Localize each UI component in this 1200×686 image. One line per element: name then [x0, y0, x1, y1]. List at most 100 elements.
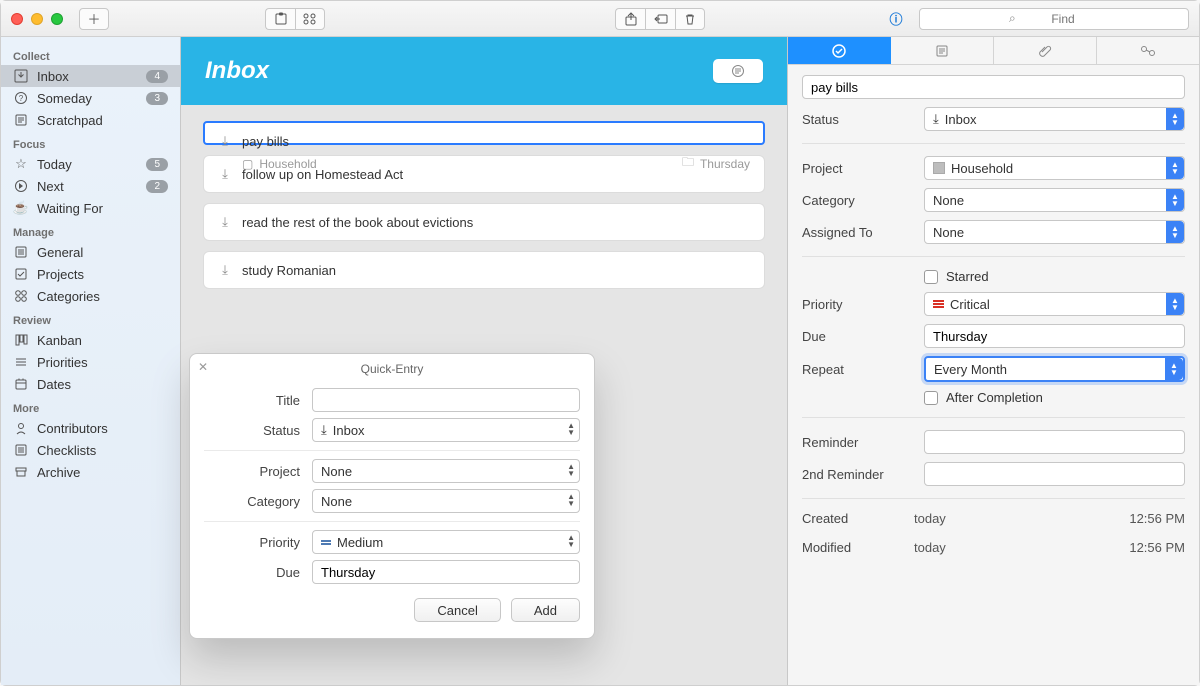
task-title: read the rest of the book about eviction… — [242, 215, 473, 230]
sidebar-item-projects[interactable]: Projects — [1, 263, 180, 285]
tab-attachments[interactable] — [994, 37, 1097, 64]
field-label: Category — [802, 193, 914, 208]
person-icon — [13, 420, 29, 436]
priority-select[interactable]: Critical▲▼ — [924, 292, 1185, 316]
qe-title-input[interactable] — [312, 388, 580, 412]
add-button[interactable]: Add — [511, 598, 580, 622]
status-select[interactable]: ⤓Inbox▲▼ — [924, 107, 1185, 131]
sidebar-item-general[interactable]: General — [1, 241, 180, 263]
tab-details[interactable] — [788, 37, 891, 64]
sidebar-item-label: Today — [37, 157, 138, 172]
task-due: Thursday — [700, 157, 750, 171]
sidebar-item-categories[interactable]: Categories — [1, 285, 180, 307]
starred-checkbox[interactable] — [924, 270, 938, 284]
qe-category-select[interactable]: None▲▼ — [312, 489, 580, 513]
priorities-icon — [13, 354, 29, 370]
select-value: Medium — [337, 535, 383, 550]
window-controls — [11, 13, 63, 25]
qe-priority-select[interactable]: Medium▲▼ — [312, 530, 580, 554]
star-icon: ☆ — [13, 156, 29, 172]
sidebar-item-dates[interactable]: Dates — [1, 373, 180, 395]
field-label: Reminder — [802, 435, 914, 450]
after-completion-checkbox[interactable] — [924, 391, 938, 405]
second-reminder-input[interactable] — [924, 462, 1185, 486]
sidebar-item-inbox[interactable]: Inbox4 — [1, 65, 180, 87]
field-label: Modified — [802, 540, 914, 555]
color-swatch-icon — [933, 162, 945, 174]
calendar-icon: 🗀 — [682, 153, 694, 174]
list-icon — [13, 244, 29, 260]
search-field-wrap: ⌕ — [919, 8, 1189, 30]
zoom-window-icon[interactable] — [51, 13, 63, 25]
sidebar: Collect Inbox4 ?Someday3 Scratchpad Focu… — [1, 37, 181, 685]
sidebar-item-contributors[interactable]: Contributors — [1, 417, 180, 439]
created-time: 12:56 PM — [1129, 511, 1185, 526]
sidebar-item-label: General — [37, 245, 168, 260]
tab-notes[interactable] — [891, 37, 994, 64]
task-project: Household — [259, 157, 316, 171]
qe-project-select[interactable]: None▲▼ — [312, 459, 580, 483]
sidebar-item-archive[interactable]: Archive — [1, 461, 180, 483]
inbox-icon: ⤓ — [218, 214, 232, 230]
category-select[interactable]: None▲▼ — [924, 188, 1185, 212]
tab-links[interactable] — [1097, 37, 1199, 64]
inspector-tabs — [788, 37, 1199, 65]
assigned-select[interactable]: None▲▼ — [924, 220, 1185, 244]
new-task-button[interactable]: ＋ — [79, 8, 109, 30]
sidebar-item-checklists[interactable]: Checklists — [1, 439, 180, 461]
move-icon[interactable] — [645, 8, 675, 30]
close-window-icon[interactable] — [11, 13, 23, 25]
field-label: After Completion — [946, 390, 1043, 405]
sidebar-item-today[interactable]: ☆Today5 — [1, 153, 180, 175]
categories-icon — [13, 288, 29, 304]
field-label: 2nd Reminder — [802, 467, 914, 482]
field-label: Starred — [946, 269, 989, 284]
cup-icon: ☕ — [13, 200, 29, 216]
page-title: Inbox — [205, 57, 269, 85]
stepper-icon: ▲▼ — [1165, 358, 1183, 380]
sidebar-item-priorities[interactable]: Priorities — [1, 351, 180, 373]
task-row[interactable]: ⤓study Romanian — [203, 251, 765, 289]
stepper-icon: ▲▼ — [1166, 157, 1184, 179]
cancel-button[interactable]: Cancel — [414, 598, 500, 622]
inbox-icon: ⤓ — [218, 133, 232, 149]
medium-icon — [321, 540, 331, 545]
field-label: Assigned To — [802, 225, 914, 240]
sidebar-heading-focus: Focus — [1, 131, 180, 153]
close-icon[interactable]: ✕ — [198, 360, 208, 374]
share-icon[interactable] — [615, 8, 645, 30]
qe-due-input[interactable] — [312, 560, 580, 584]
select-value: Inbox — [945, 112, 977, 127]
sidebar-heading-collect: Collect — [1, 43, 180, 65]
project-select[interactable]: Household▲▼ — [924, 156, 1185, 180]
trash-icon[interactable] — [675, 8, 705, 30]
sidebar-item-waiting[interactable]: ☕Waiting For — [1, 197, 180, 219]
grid-icon[interactable] — [295, 8, 325, 30]
sort-button[interactable] — [713, 59, 763, 83]
info-icon[interactable]: ⓘ — [881, 8, 911, 30]
note-icon — [13, 112, 29, 128]
sidebar-item-label: Projects — [37, 267, 168, 282]
search-input[interactable] — [919, 8, 1189, 30]
task-row[interactable]: ⤓ pay bills ▢Household 🗀Thursday — [203, 121, 765, 145]
task-title-input[interactable] — [802, 75, 1185, 99]
sidebar-item-scratchpad[interactable]: Scratchpad — [1, 109, 180, 131]
qe-status-select[interactable]: ⤓Inbox▲▼ — [312, 418, 580, 442]
sidebar-item-kanban[interactable]: Kanban — [1, 329, 180, 351]
sidebar-item-label: Kanban — [37, 333, 168, 348]
sidebar-item-label: Someday — [37, 91, 138, 106]
field-label: Status — [204, 423, 300, 438]
sidebar-item-someday[interactable]: ?Someday3 — [1, 87, 180, 109]
repeat-select[interactable]: Every Month▲▼ — [924, 356, 1185, 382]
minimize-window-icon[interactable] — [31, 13, 43, 25]
inspector-panel: Status⤓Inbox▲▼ ProjectHousehold▲▼ Catego… — [787, 37, 1199, 685]
badge: 4 — [146, 70, 168, 83]
sidebar-item-label: Priorities — [37, 355, 168, 370]
reminder-input[interactable] — [924, 430, 1185, 454]
task-title: study Romanian — [242, 263, 336, 278]
clipboard-icon[interactable] — [265, 8, 295, 30]
task-row[interactable]: ⤓ read the rest of the book about evictio… — [203, 203, 765, 241]
sidebar-heading-review: Review — [1, 307, 180, 329]
due-input[interactable] — [924, 324, 1185, 348]
sidebar-item-next[interactable]: Next2 — [1, 175, 180, 197]
